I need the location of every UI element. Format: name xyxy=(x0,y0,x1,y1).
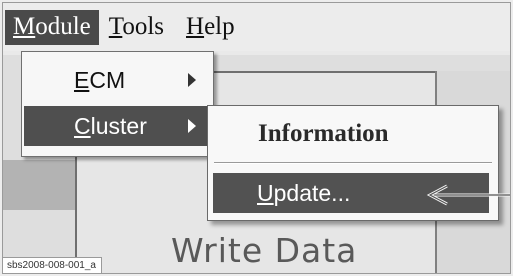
menu-separator xyxy=(214,162,492,164)
background-write-data-text: Write Data xyxy=(171,231,358,270)
menu-item-update-label: pdate... xyxy=(273,180,351,206)
menu-tools[interactable]: Tools xyxy=(101,10,172,45)
menu-bar: Module Tools Help xyxy=(3,3,510,51)
background-band xyxy=(3,160,75,210)
menu-help[interactable]: Help xyxy=(178,10,243,45)
submenu-arrow-icon xyxy=(188,73,196,87)
menu-item-ecm-mnemonic: E xyxy=(74,66,90,93)
submenu-arrow-icon xyxy=(188,119,196,133)
menu-module-label: odule xyxy=(35,12,91,40)
figure-caption: sbs2008-008-001_a xyxy=(3,257,102,273)
menu-tools-label: ools xyxy=(122,12,164,40)
menu-item-ecm-label-wrap: ECM xyxy=(74,67,125,94)
menu-module-mnemonic: M xyxy=(13,12,36,40)
menu-help-mnemonic: H xyxy=(186,12,205,40)
screenshot-frame: Write Data Module Tools Help ECM Cluster… xyxy=(2,2,511,274)
callout-arrow-icon xyxy=(426,184,510,206)
menu-item-cluster-label: luster xyxy=(90,112,147,139)
menu-item-ecm-label: CM xyxy=(89,66,126,93)
menu-item-information-label: Information xyxy=(258,120,389,147)
menu-item-cluster[interactable]: Cluster xyxy=(24,106,209,146)
menu-item-cluster-mnemonic: C xyxy=(74,112,91,139)
menu-item-update-mnemonic: U xyxy=(257,180,274,206)
module-menu: ECM Cluster xyxy=(21,51,214,157)
menu-item-update-label-wrap: Update... xyxy=(257,180,350,207)
menu-item-ecm[interactable]: ECM xyxy=(24,60,209,100)
menu-module[interactable]: Module xyxy=(5,9,99,45)
menu-item-cluster-label-wrap: Cluster xyxy=(74,113,147,140)
menu-tools-mnemonic: T xyxy=(108,12,123,40)
menu-item-information[interactable]: Information xyxy=(208,112,498,156)
menu-help-label: elp xyxy=(204,12,235,40)
